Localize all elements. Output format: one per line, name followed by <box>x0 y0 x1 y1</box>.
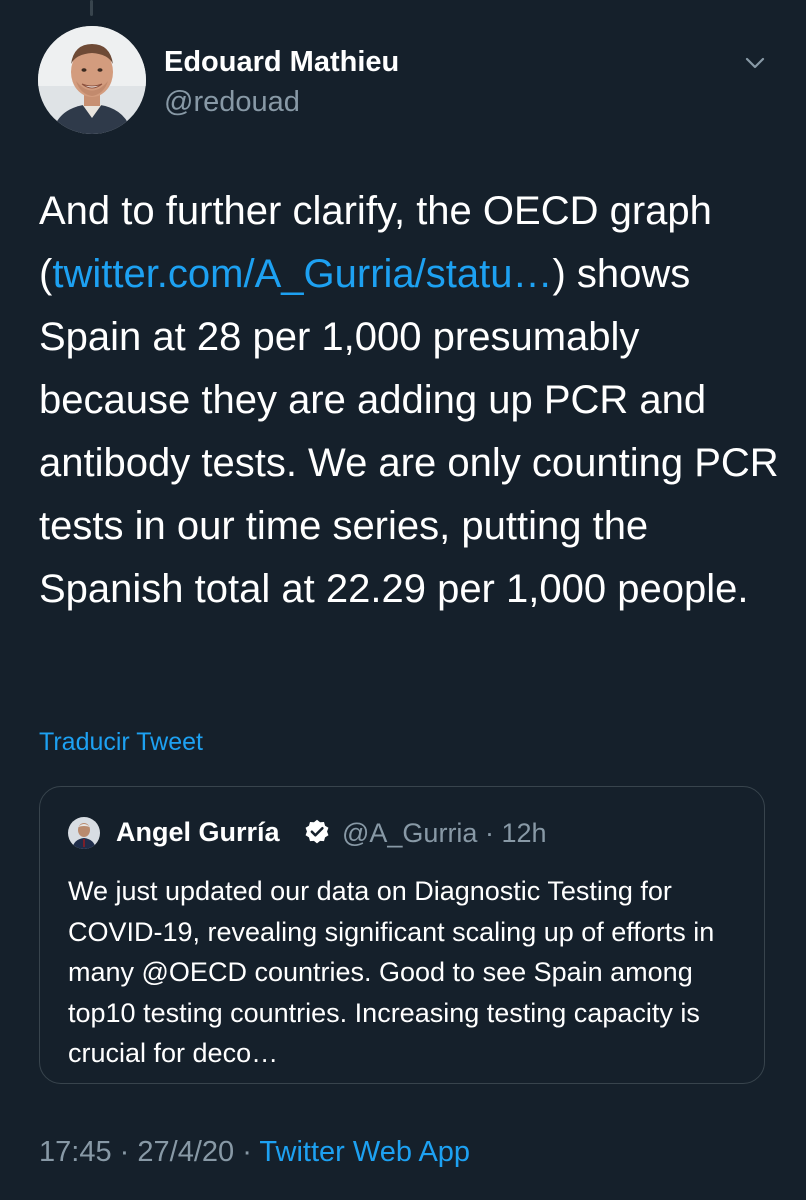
tweet-header: Edouard Mathieu @redouad <box>38 26 778 136</box>
quoted-author-handle: @A_Gurria <box>342 818 478 848</box>
tweet-text-part: ) shows Spain at 28 per 1,000 presumably… <box>39 252 779 611</box>
source-app-link[interactable]: Twitter Web App <box>259 1136 470 1168</box>
verified-badge-icon <box>303 818 331 846</box>
thread-connector-line <box>90 0 93 16</box>
tweet-text: And to further clarify, the OECD graph (… <box>39 180 779 621</box>
chevron-down-icon[interactable] <box>740 48 770 78</box>
meta-separator: · <box>484 818 494 848</box>
quoted-tweet-card[interactable]: Angel Gurría @A_Gurria · 12h We just upd… <box>39 786 765 1084</box>
author-handle[interactable]: @redouad <box>164 86 300 119</box>
quoted-author-name: Angel Gurría <box>116 817 280 847</box>
tweet-link[interactable]: twitter.com/A_Gurria/statu… <box>52 252 552 296</box>
author-name[interactable]: Edouard Mathieu <box>164 46 399 79</box>
tweet-time: 17:45 <box>39 1136 112 1168</box>
quoted-author-avatar <box>68 817 100 849</box>
quoted-tweet-meta: @A_Gurria · 12h <box>342 818 547 849</box>
quoted-tweet-time: 12h <box>501 818 547 848</box>
translate-tweet-link[interactable]: Traducir Tweet <box>39 728 203 757</box>
footer-separator: · <box>119 1136 130 1168</box>
author-avatar[interactable] <box>38 26 146 134</box>
quoted-tweet-text: We just updated our data on Diagnostic T… <box>68 876 715 1068</box>
tweet-footer: 17:45 · 27/4/20 · Twitter Web App <box>39 1136 470 1169</box>
tweet-date: 27/4/20 <box>137 1136 235 1168</box>
footer-separator: · <box>242 1136 252 1168</box>
